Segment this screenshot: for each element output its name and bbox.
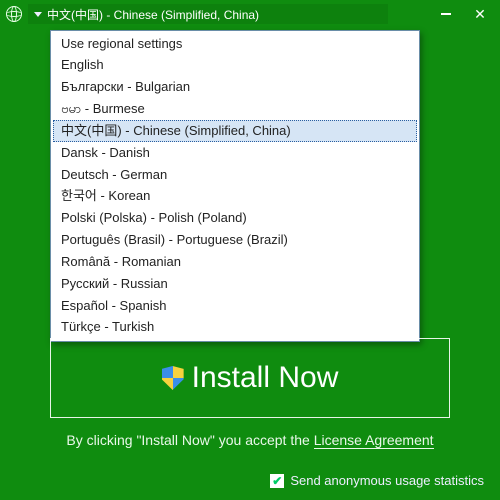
language-option[interactable]: English <box>51 55 419 77</box>
language-option[interactable]: Română - Romanian <box>51 251 419 273</box>
titlebar: 中文(中国) - Chinese (Simplified, China) ✕ <box>0 0 500 28</box>
language-selector[interactable]: 中文(中国) - Chinese (Simplified, China) <box>28 4 388 24</box>
language-option[interactable]: Português (Brasil) - Portuguese (Brazil) <box>51 230 419 252</box>
language-option[interactable]: ဗမာ - Burmese <box>51 99 419 121</box>
minimize-button[interactable] <box>432 4 460 24</box>
language-option[interactable]: Use regional settings <box>51 33 419 55</box>
chevron-down-icon <box>34 12 42 17</box>
usage-stats-label: Send anonymous usage statistics <box>290 473 484 488</box>
language-option[interactable]: Български - Bulgarian <box>51 77 419 99</box>
usage-stats-checkbox[interactable]: ✔ <box>270 474 284 488</box>
close-button[interactable]: ✕ <box>466 4 494 24</box>
language-option[interactable]: 한국어 - Korean <box>51 186 419 208</box>
language-option[interactable]: 中文(中国) - Chinese (Simplified, China) <box>53 120 417 142</box>
language-option[interactable]: Русский - Russian <box>51 273 419 295</box>
license-prefix: By clicking "Install Now" you accept the <box>66 432 313 448</box>
install-now-label: Install Now <box>192 361 339 395</box>
shield-icon <box>162 366 184 390</box>
language-option[interactable]: Türkçe - Turkish <box>51 317 419 339</box>
install-now-button[interactable]: Install Now <box>50 338 450 418</box>
globe-icon <box>6 6 22 22</box>
language-option[interactable]: Polski (Polska) - Polish (Poland) <box>51 208 419 230</box>
usage-stats-row: ✔ Send anonymous usage statistics <box>270 473 484 488</box>
language-option[interactable]: Deutsch - German <box>51 164 419 186</box>
language-dropdown[interactable]: Use regional settingsEnglishБългарски - … <box>50 30 420 342</box>
license-agreement-link[interactable]: License Agreement <box>314 432 434 449</box>
license-text: By clicking "Install Now" you accept the… <box>0 432 500 448</box>
language-selector-label: 中文(中国) - Chinese (Simplified, China) <box>47 6 259 23</box>
language-option[interactable]: Español - Spanish <box>51 295 419 317</box>
language-option[interactable]: Dansk - Danish <box>51 142 419 164</box>
